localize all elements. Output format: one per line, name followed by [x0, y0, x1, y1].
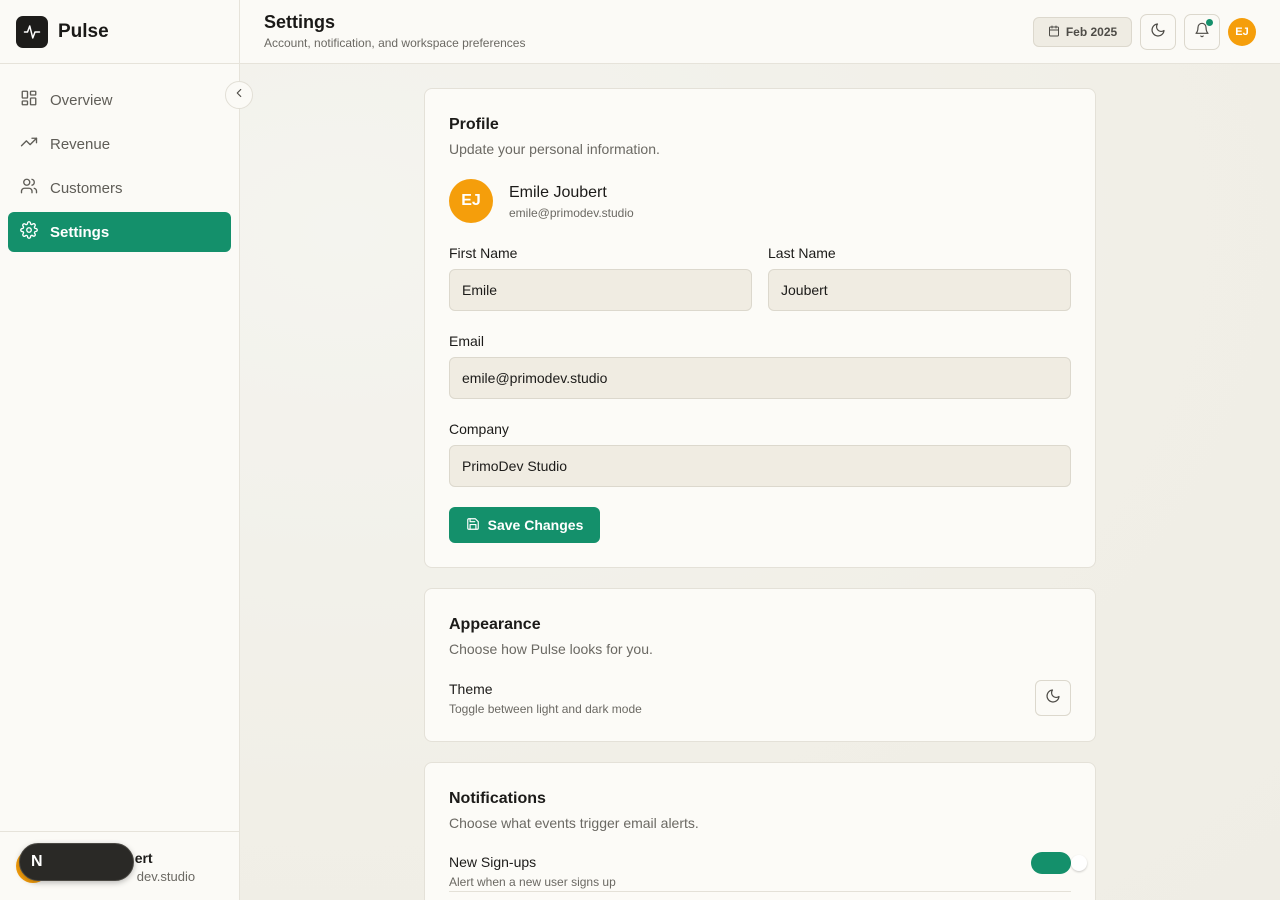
- moon-icon: [1150, 22, 1166, 43]
- card-description: Choose how Pulse looks for you.: [449, 641, 653, 657]
- save-icon: [466, 517, 480, 534]
- next-dev-badge[interactable]: N: [19, 843, 134, 881]
- email-label: Email: [449, 333, 485, 349]
- card-description: Choose what events trigger email alerts.: [449, 815, 699, 831]
- email-field[interactable]: [449, 357, 1071, 399]
- divider: [449, 891, 1071, 892]
- theme-toggle-button[interactable]: [1035, 680, 1071, 716]
- save-button[interactable]: Save Changes: [449, 507, 600, 543]
- trending-up-icon: [20, 133, 38, 155]
- first-name-field[interactable]: [449, 269, 752, 311]
- sidebar-item-label: Revenue: [50, 135, 111, 153]
- sidebar-item-label: Customers: [50, 179, 123, 197]
- sidebar-nav: Overview Revenue Customers Settings: [0, 64, 239, 252]
- sidebar-item-customers[interactable]: Customers: [8, 168, 231, 208]
- top-header: Settings Account, notification, and work…: [240, 0, 1280, 64]
- card-title: Appearance: [449, 616, 541, 633]
- last-name-field[interactable]: [768, 269, 1071, 311]
- page-subtitle: Account, notification, and workspace pre…: [264, 36, 526, 50]
- sidebar-item-revenue[interactable]: Revenue: [8, 124, 231, 164]
- notification-dot: [1206, 19, 1213, 26]
- card-description: Update your personal information.: [449, 141, 660, 157]
- gear-icon: [20, 221, 38, 243]
- sidebar-item-settings[interactable]: Settings: [8, 212, 231, 252]
- appearance-card: Appearance Choose how Pulse looks for yo…: [424, 588, 1096, 742]
- company-label: Company: [449, 421, 509, 437]
- pulse-logo-icon[interactable]: [16, 15, 48, 48]
- next-badge-label: N: [31, 853, 43, 870]
- profile-email: emile@primodev.studio: [509, 206, 634, 220]
- profile-name: Emile Joubert: [509, 184, 607, 201]
- page-title: Settings: [264, 12, 336, 32]
- theme-toggle-button[interactable]: [1140, 14, 1176, 50]
- collapse-sidebar-button[interactable]: [225, 81, 253, 109]
- last-name-label: Last Name: [768, 245, 836, 261]
- theme-help: Toggle between light and dark mode: [449, 702, 642, 716]
- notification-help: Alert when a new user signs up: [449, 875, 616, 889]
- sidebar-item-label: Overview: [50, 91, 113, 109]
- grid-icon: [20, 89, 38, 111]
- user-name-visible: ert: [134, 850, 153, 866]
- sidebar-item-label: Settings: [50, 223, 110, 241]
- avatar[interactable]: EJ: [1228, 18, 1256, 46]
- first-name-label: First Name: [449, 245, 518, 261]
- avatar: EJ: [449, 179, 493, 223]
- users-icon: [20, 177, 38, 199]
- new-signups-toggle[interactable]: [1031, 852, 1071, 874]
- main-content: Profile Update your personal information…: [240, 64, 1280, 900]
- date-picker-button[interactable]: Feb 2025: [1033, 17, 1132, 47]
- card-title: Notifications: [449, 790, 546, 807]
- app-name: Pulse: [58, 20, 109, 42]
- date-label: Feb 2025: [1065, 25, 1118, 39]
- toggle-knob: [1071, 855, 1087, 871]
- theme-label: Theme: [449, 681, 493, 697]
- moon-icon: [1045, 688, 1061, 709]
- sidebar: Pulse Overview Revenue Customers Setting…: [0, 0, 240, 900]
- notifications-button[interactable]: [1184, 14, 1220, 50]
- save-button-label: Save Changes: [487, 517, 584, 533]
- notification-label: New Sign-ups: [449, 854, 537, 870]
- brand: Pulse: [0, 0, 239, 64]
- notifications-card: Notifications Choose what events trigger…: [424, 762, 1096, 900]
- card-title: Profile: [449, 116, 499, 133]
- user-email-visible: dev.studio: [136, 869, 196, 884]
- sidebar-item-overview[interactable]: Overview: [8, 80, 231, 120]
- chevron-left-icon: [232, 86, 246, 105]
- calendar-icon: [1048, 25, 1060, 40]
- company-field[interactable]: [449, 445, 1071, 487]
- profile-card: Profile Update your personal information…: [424, 88, 1096, 568]
